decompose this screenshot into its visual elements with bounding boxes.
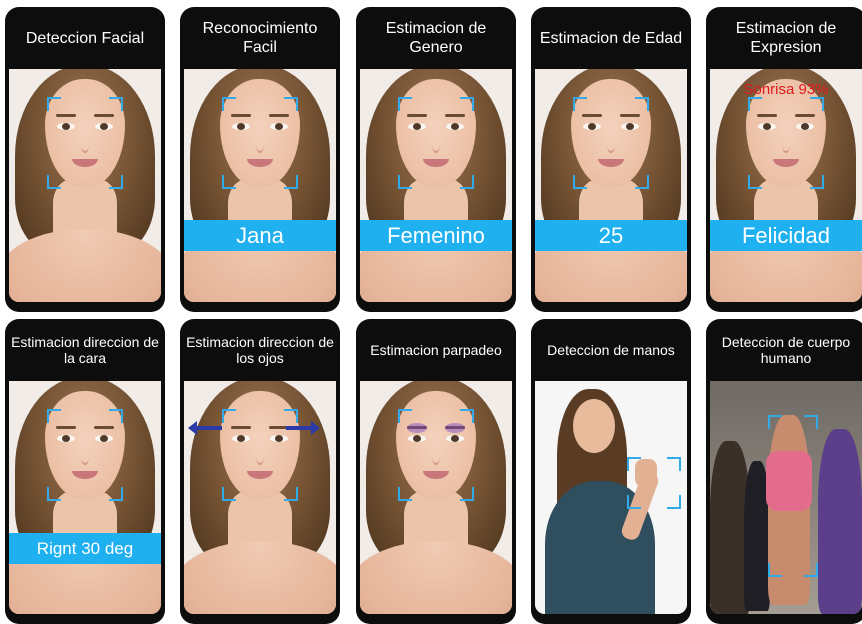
phone-hand-detection: Deteccion de manos [531,319,691,624]
panel-title: Reconocimiento Facil [202,20,318,56]
phone-expression-estimation: Estimacion de Expresion Sonrisa 93% Feli… [706,7,862,312]
panel-title: Estimacion parpadeo [370,342,502,358]
face-bounding-box [573,97,649,189]
panel-title: Deteccion de manos [547,342,675,358]
hand-photo [535,381,687,614]
result-label: 25 [535,220,687,251]
panel-title: Estimacion de Expresion [735,20,837,56]
phone-face-detection: Deteccion Facial [5,7,165,312]
panel-title: Estimacion de Genero [385,20,487,56]
face-bounding-box [222,97,298,189]
result-label: Femenino [360,220,512,251]
face-bounding-box [398,409,474,501]
result-label: Felicidad [710,220,862,251]
body-bounding-box [768,415,818,577]
face-bounding-box [398,97,474,189]
phone-gaze-direction: Estimacion direccion de los ojos [180,319,340,624]
face-photo: Jana [184,69,336,302]
street-photo [710,381,862,614]
phone-age-estimation: Estimacion de Edad 25 [531,7,691,312]
phone-gender-estimation: Estimacion de Genero Femenino [356,7,516,312]
gaze-left-arrow-icon [188,421,222,435]
face-photo [9,69,161,302]
face-photo [184,381,336,614]
panel-title: Deteccion de cuerpo humano [721,334,851,366]
panel-title: Estimacion de Edad [539,29,683,47]
phone-face-direction: Estimacion direccion de la cara Rignt 30… [5,319,165,624]
face-photo: Sonrisa 93% Felicidad [710,69,862,302]
result-label: Jana [184,220,336,251]
panel-title: Deteccion Facial [25,29,145,47]
eye-marker-icon [445,423,465,433]
face-photo: Femenino [360,69,512,302]
panel-title: Estimacion direccion de la cara [11,334,159,366]
result-label: Rignt 30 deg [9,533,161,564]
face-bounding-box [47,409,123,501]
face-bounding-box [222,409,298,501]
gaze-right-arrow-icon [286,421,320,435]
face-photo: Rignt 30 deg [9,381,161,614]
phone-blink-estimation: Estimacion parpadeo [356,319,516,624]
face-bounding-box [748,97,824,189]
face-photo: 25 [535,69,687,302]
face-photo [360,381,512,614]
phone-face-recognition: Reconocimiento Facil Jana [180,7,340,312]
phone-body-detection: Deteccion de cuerpo humano [706,319,862,624]
panel-title: Estimacion direccion de los ojos [186,334,334,366]
hand-bounding-box [627,457,681,509]
smile-score: Sonrisa 93% [743,81,829,98]
face-bounding-box [47,97,123,189]
eye-marker-icon [407,423,427,433]
